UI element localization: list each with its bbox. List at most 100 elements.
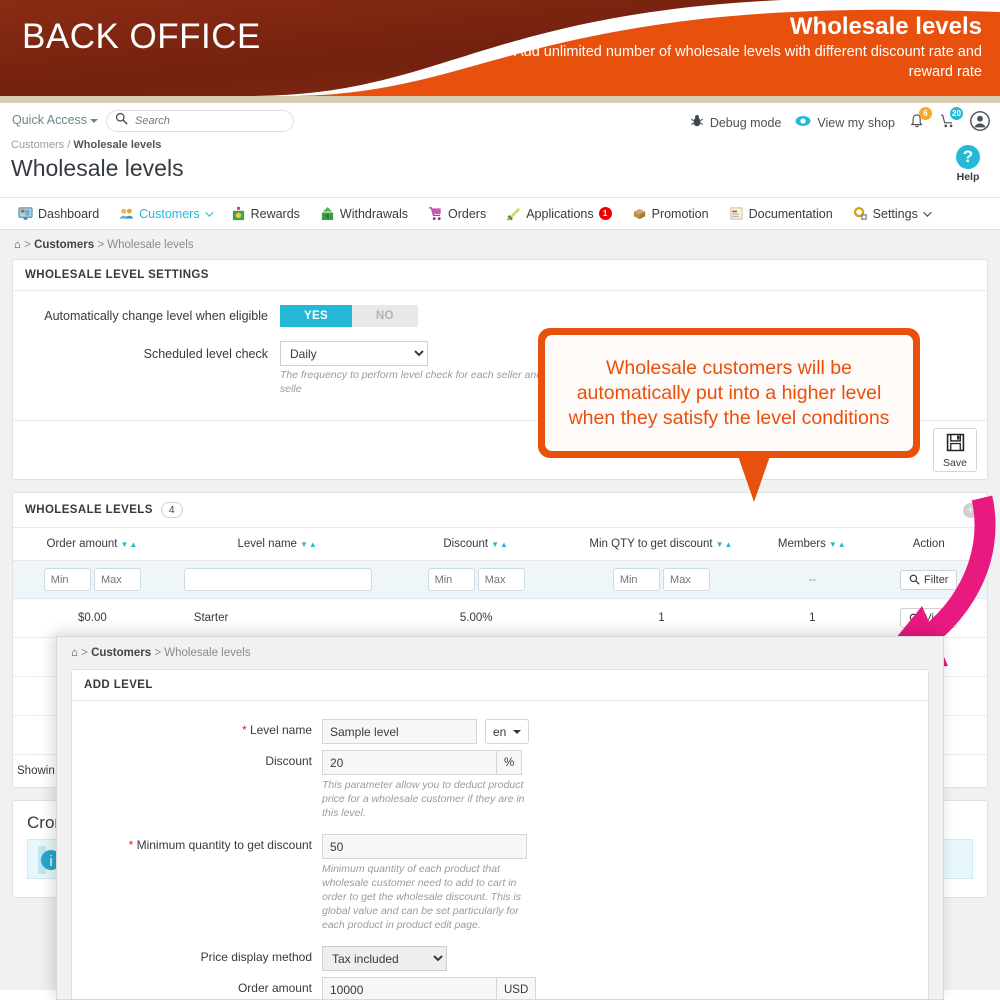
nav-item-settings[interactable]: Settings	[843, 198, 939, 230]
callout-inner: Wholesale customers will be automaticall…	[545, 335, 913, 451]
debug-mode-button[interactable]: Debug mode	[690, 114, 782, 131]
table-row[interactable]: $0.00 Starter 5.00% 1 1 View	[13, 598, 987, 638]
add-level-icon[interactable]: +	[963, 503, 978, 518]
column-members[interactable]: Members ▼▲	[754, 528, 871, 561]
nav-item-orders[interactable]: Orders	[418, 198, 496, 230]
level-name-label: * Level name	[72, 719, 322, 737]
level-name-input[interactable]	[322, 719, 477, 744]
min-qty-row: * Minimum quantity to get discount Minim…	[72, 834, 928, 940]
nav-item-documentation[interactable]: Documentation	[719, 198, 843, 230]
search-input[interactable]	[135, 115, 285, 127]
discount-input[interactable]	[322, 750, 497, 775]
modal-breadcrumb-sep-1: >	[81, 647, 88, 659]
view-button[interactable]: View	[900, 608, 958, 628]
toggle-yes[interactable]: YES	[280, 305, 352, 327]
column-order-amount-label: Order amount	[46, 538, 118, 550]
user-account-button[interactable]	[970, 111, 990, 134]
auto-change-label: Automatically change level when eligible	[44, 309, 268, 323]
nav-item-customers[interactable]: Customers	[109, 198, 220, 230]
nav-item-dashboard[interactable]: Dashboard	[8, 198, 109, 230]
bell-badge: 6	[919, 107, 932, 120]
help-button[interactable]: ? Help	[948, 145, 988, 183]
save-button[interactable]: Save	[933, 428, 977, 472]
quick-access-dropdown[interactable]: Quick Access	[12, 113, 99, 127]
view-my-shop-label: View my shop	[817, 115, 895, 130]
view-my-shop-button[interactable]: View my shop	[795, 114, 895, 131]
nav-label-documentation: Documentation	[748, 206, 833, 221]
header-breadcrumb-parent[interactable]: Customers	[11, 139, 64, 151]
cell-min-qty: 1	[568, 598, 755, 638]
home-icon[interactable]: ⌂	[71, 647, 78, 659]
cell-members: 1	[754, 598, 871, 638]
quick-access-label: Quick Access	[12, 113, 88, 127]
nav-item-withdrawals[interactable]: Withdrawals	[310, 198, 418, 230]
auto-change-toggle[interactable]: YES NO	[280, 305, 418, 327]
filter-min-qty-min[interactable]	[612, 568, 660, 591]
filter-order-amount-max[interactable]	[94, 568, 141, 591]
help-icon: ?	[956, 145, 980, 169]
filter-discount-max[interactable]	[477, 568, 525, 591]
chevron-down-icon	[513, 729, 522, 734]
add-level-title: ADD LEVEL	[72, 670, 928, 701]
scheduled-check-select[interactable]: Daily	[280, 341, 428, 366]
breadcrumb-item-wholesale-levels: Wholesale levels	[107, 239, 194, 251]
callout-bubble: Wholesale customers will be automaticall…	[538, 328, 920, 458]
column-min-qty-label: Min QTY to get discount	[589, 538, 713, 550]
cell-discount: 5.00%	[383, 598, 569, 638]
eye-icon	[795, 114, 811, 131]
filter-min-qty-max[interactable]	[663, 568, 711, 591]
scheduled-check-label: Scheduled level check	[143, 346, 268, 361]
nav-label-settings: Settings	[872, 206, 918, 221]
order-amount-input[interactable]	[322, 977, 497, 999]
column-level-name[interactable]: Level name ▼▲	[171, 528, 384, 561]
sort-arrows-icon[interactable]: ▼▲	[300, 540, 318, 549]
required-asterisk: *	[128, 838, 134, 852]
breadcrumb: ⌂ > Customers > Wholesale levels	[12, 230, 988, 259]
bug-icon	[690, 114, 704, 131]
home-icon[interactable]: ⌂	[14, 239, 21, 251]
filter-cell-action: Filter	[870, 560, 987, 599]
min-qty-help: Minimum quantity of each product that wh…	[322, 863, 522, 931]
discount-suffix: %	[497, 750, 523, 775]
debug-mode-label: Debug mode	[709, 115, 782, 130]
settings-icon	[853, 206, 868, 221]
column-min-qty[interactable]: Min QTY to get discount ▼▲	[568, 528, 755, 561]
nav-label-withdrawals: Withdrawals	[339, 206, 408, 221]
filter-discount-min[interactable]	[427, 568, 475, 591]
promotion-icon	[632, 206, 647, 221]
filter-cell-min-qty	[568, 560, 755, 599]
filter-cell-discount	[383, 560, 569, 599]
required-asterisk: *	[241, 723, 247, 737]
notifications-button[interactable]: 6	[909, 107, 932, 132]
price-display-select[interactable]: Tax included	[322, 946, 447, 971]
page-title: Wholesale levels	[11, 155, 184, 181]
breadcrumb-sep-2: >	[97, 239, 105, 251]
language-selector[interactable]: en	[485, 719, 530, 744]
scheduled-check-help: The frequency to perform level check for…	[280, 369, 580, 395]
breadcrumb-item-customers[interactable]: Customers	[34, 239, 94, 251]
filter-order-amount-min[interactable]	[43, 568, 91, 591]
nav-item-applications[interactable]: Applications 1	[496, 198, 621, 230]
column-order-amount[interactable]: Order amount ▼▲	[13, 528, 172, 561]
sort-arrows-icon[interactable]: ▼▲	[120, 540, 138, 549]
min-qty-input[interactable]	[322, 834, 527, 859]
levels-table-head: Order amount ▼▲ Level name ▼▲ Discount ▼▲ M…	[13, 528, 987, 561]
filter-level-name[interactable]	[183, 568, 372, 591]
modal-breadcrumb-customers[interactable]: Customers	[91, 647, 151, 659]
cart-notifications-button[interactable]: 20	[939, 107, 963, 132]
toggle-no[interactable]: NO	[351, 305, 418, 327]
order-amount-suffix: USD	[497, 977, 537, 999]
sort-arrows-icon[interactable]: ▼▲	[829, 540, 847, 549]
nav-item-rewards[interactable]: Rewards	[221, 198, 310, 230]
level-name-row: * Level name en	[72, 719, 928, 744]
sort-arrows-icon[interactable]: ▼▲	[491, 540, 509, 549]
filter-button[interactable]: Filter	[900, 569, 958, 590]
nav-label-promotion: Promotion	[651, 206, 709, 221]
column-discount[interactable]: Discount ▼▲	[383, 528, 569, 561]
modal-breadcrumb-current: Wholesale levels	[164, 647, 251, 659]
nav-item-promotion[interactable]: Promotion	[622, 198, 719, 230]
banner-left-title: BACK OFFICE	[22, 17, 261, 56]
sort-arrows-icon[interactable]: ▼▲	[716, 540, 734, 549]
banner-right-block: Wholesale levels Add unlimited number of…	[512, 12, 982, 82]
search-box[interactable]	[106, 110, 294, 132]
